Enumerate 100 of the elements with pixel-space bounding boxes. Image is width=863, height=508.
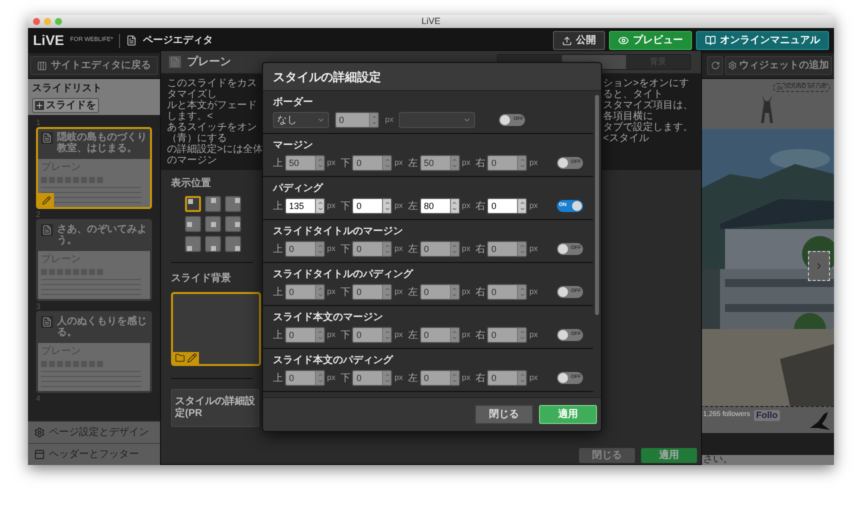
plus-icon — [35, 101, 44, 110]
position-option[interactable] — [185, 196, 201, 212]
manual-button[interactable]: オンラインマニュアル — [696, 31, 829, 50]
description-text: あるスイッチをオン（青）にする — [167, 122, 258, 144]
number-field[interactable]: 0 — [352, 327, 392, 343]
side-label: 上 — [273, 200, 283, 214]
publish-button[interactable]: 公開 — [553, 31, 605, 50]
header-footer-icon — [34, 449, 45, 460]
spinner-icon[interactable] — [450, 371, 459, 385]
number-field[interactable]: 0 — [420, 370, 460, 386]
border-color-select[interactable] — [399, 112, 476, 128]
section-title: スライド本文のマージン — [273, 310, 384, 325]
refresh-button[interactable] — [707, 56, 723, 75]
spinner-icon[interactable] — [450, 199, 459, 213]
preview-button[interactable]: プレビュー — [609, 31, 692, 50]
document-icon — [41, 224, 53, 236]
number-field[interactable]: 0 — [487, 241, 528, 257]
spinner-icon[interactable] — [450, 156, 459, 170]
number-field[interactable]: 50 — [285, 155, 325, 171]
gear-icon — [728, 61, 737, 70]
refresh-icon — [710, 61, 720, 70]
number-field[interactable]: 0 — [420, 327, 460, 343]
number-field[interactable]: 0 — [420, 241, 460, 257]
number-field[interactable]: 135 — [285, 198, 325, 214]
scrollbar[interactable] — [595, 95, 599, 315]
number-field[interactable]: 0 — [352, 241, 392, 257]
side-label: 右 — [475, 372, 486, 386]
upload-icon — [562, 36, 572, 46]
side-label: 左 — [408, 242, 418, 256]
number-field[interactable]: 0 — [420, 284, 460, 300]
spinner-icon[interactable] — [315, 199, 324, 213]
add-widget-button[interactable]: ウィジェットの追加 — [725, 56, 832, 75]
minimize-window-icon[interactable] — [44, 18, 51, 25]
caret-icon — [317, 116, 325, 124]
position-option[interactable] — [225, 216, 241, 232]
unit-label: px — [385, 114, 394, 126]
position-option[interactable] — [205, 236, 221, 252]
description-text: このスライドをカスタマイズし — [167, 78, 258, 100]
position-option[interactable] — [185, 236, 201, 252]
position-option[interactable] — [205, 216, 221, 232]
close-window-icon[interactable] — [33, 18, 40, 25]
side-label: 右 — [475, 200, 486, 214]
gear-icon — [34, 427, 45, 438]
number-field[interactable]: 0 — [352, 370, 392, 386]
window-title: LiVE — [421, 14, 440, 28]
number-field[interactable]: 0 — [285, 370, 325, 386]
section-title: スライドタイトルのマージン — [273, 225, 404, 239]
unit-label: px — [394, 372, 403, 384]
spinner-icon[interactable] — [450, 242, 459, 256]
number-field[interactable]: 0 — [285, 327, 325, 343]
follow-button[interactable]: Follo — [754, 410, 780, 421]
apply-button[interactable]: 適用 — [539, 405, 597, 424]
number-field[interactable]: 0 — [487, 370, 528, 386]
position-option[interactable] — [205, 196, 221, 212]
number-field[interactable]: 50 — [420, 155, 460, 171]
spinner-icon[interactable] — [450, 285, 459, 299]
unit-label: px — [462, 329, 470, 341]
number-field[interactable]: 0 — [335, 112, 379, 128]
position-option[interactable] — [185, 216, 201, 232]
section-title: スライド本文のパディング — [273, 354, 394, 368]
spinner-icon[interactable] — [382, 199, 392, 213]
number-field[interactable]: 0 — [487, 198, 528, 214]
position-option[interactable] — [225, 196, 241, 212]
pencil-icon[interactable] — [187, 353, 197, 363]
unit-label: px — [327, 329, 336, 341]
side-label: 下 — [340, 372, 350, 386]
next-slide-button[interactable] — [808, 251, 830, 281]
slide-list-title: スライドリスト — [32, 82, 102, 96]
zoom-window-icon[interactable] — [55, 18, 62, 25]
style-settings-button[interactable]: スタイルの詳細設定(PR — [171, 389, 259, 427]
pencil-icon[interactable] — [38, 193, 54, 207]
close-button[interactable]: 閉じる — [475, 405, 533, 424]
unit-label: px — [394, 157, 403, 169]
number-field[interactable]: 0 — [352, 155, 392, 171]
number-field[interactable]: 0 — [352, 198, 392, 214]
description-text: スタマイズ項目は、各項目横に — [603, 100, 693, 122]
unit-label: px — [394, 200, 403, 212]
side-label: 上 — [273, 328, 283, 342]
number-field[interactable]: 0 — [285, 284, 325, 300]
unit-label: px — [327, 157, 336, 169]
section-title: スライドタイトルのパディング — [273, 268, 414, 282]
side-label: 右 — [475, 328, 486, 342]
spinner-icon[interactable] — [450, 328, 459, 342]
slide-background-box[interactable] — [171, 292, 261, 366]
spinner-icon[interactable] — [517, 199, 526, 213]
position-option[interactable] — [225, 236, 241, 252]
number-field[interactable]: 0 — [487, 155, 528, 171]
side-label: 下 — [340, 156, 350, 170]
columns-icon — [37, 60, 47, 70]
number-field[interactable]: 0 — [352, 284, 392, 300]
number-field[interactable]: 0 — [487, 327, 528, 343]
number-field[interactable]: 80 — [420, 198, 460, 214]
folder-icon[interactable] — [175, 353, 185, 363]
add-slide-button[interactable]: スライドを — [32, 98, 99, 113]
border-style-select[interactable]: なし — [273, 112, 329, 128]
back-button[interactable]: サイトエディタに戻る — [30, 56, 158, 75]
number-field[interactable]: 0 — [487, 284, 528, 300]
side-label: 左 — [408, 328, 418, 342]
number-field[interactable]: 0 — [285, 241, 325, 257]
description-text: ルと本文がフェードします。< — [167, 100, 258, 122]
